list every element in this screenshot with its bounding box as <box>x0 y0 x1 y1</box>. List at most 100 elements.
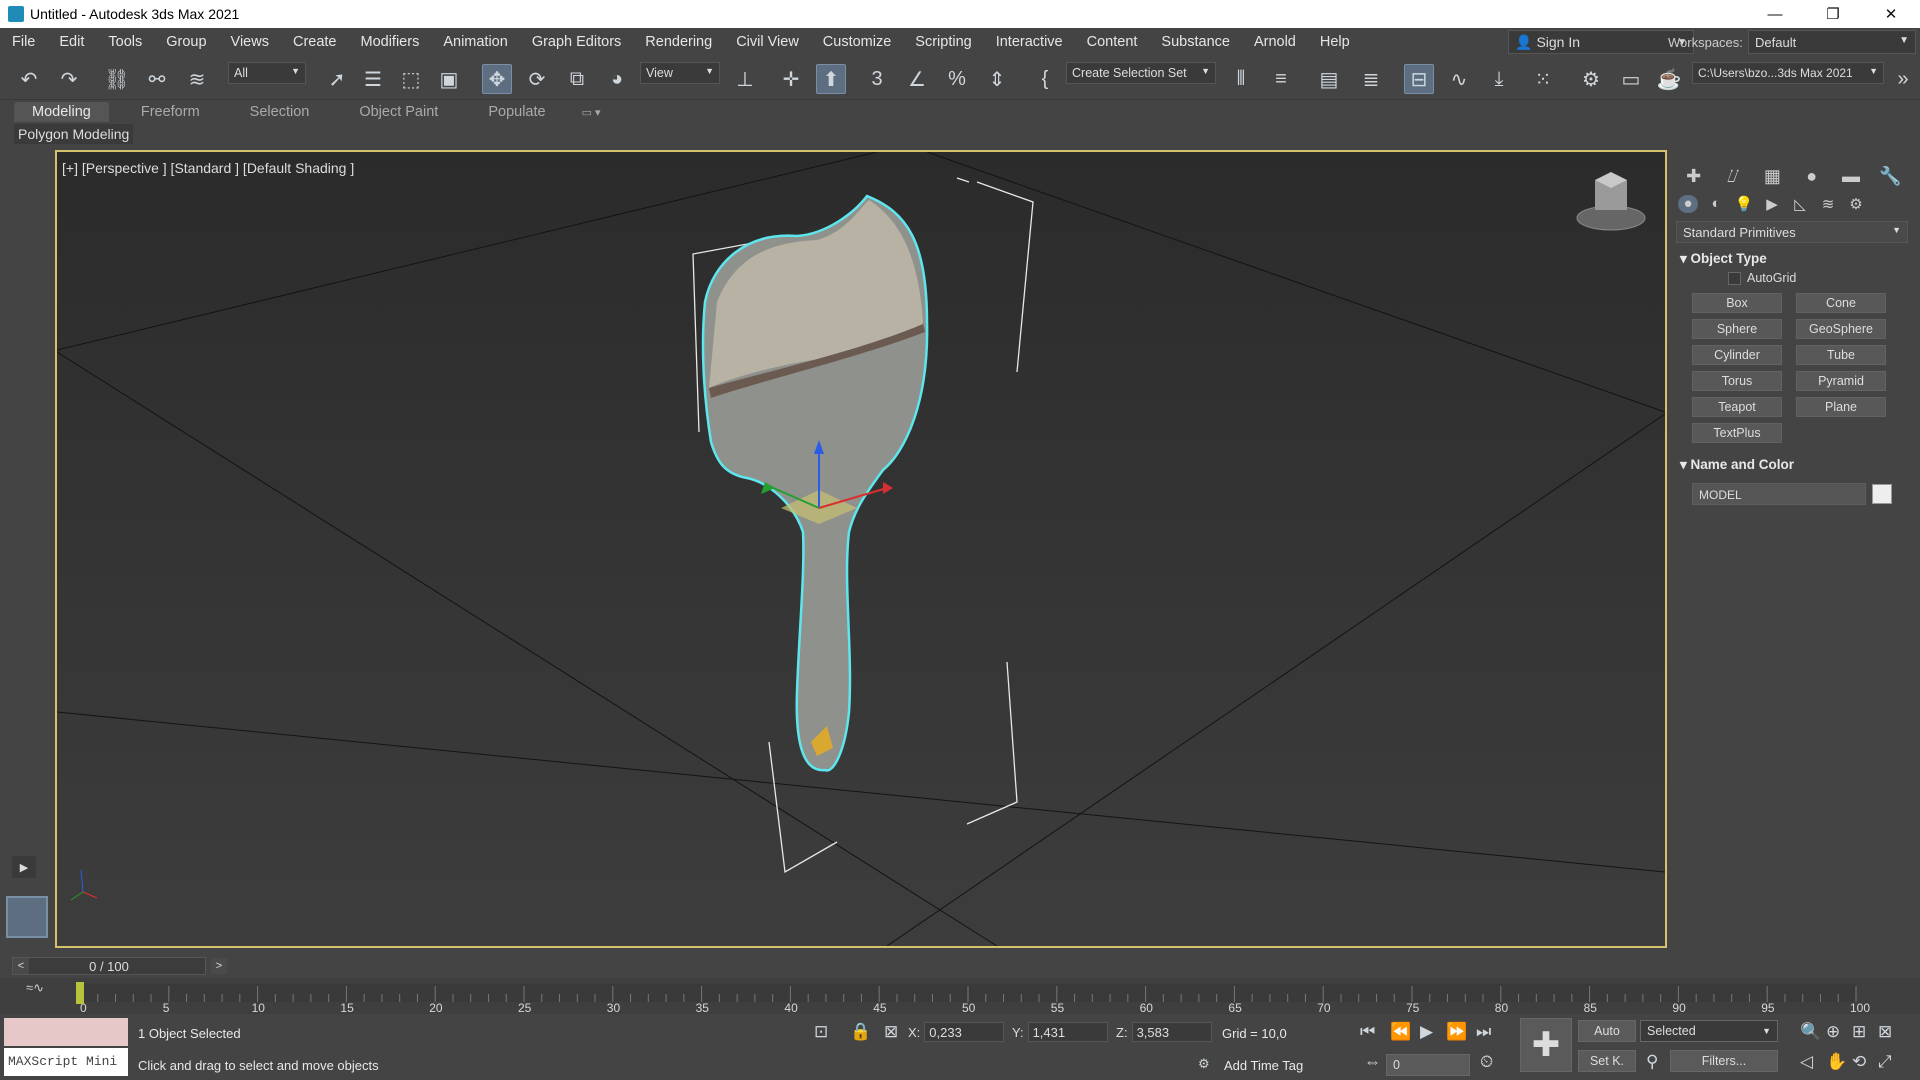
menu-substance[interactable]: Substance <box>1149 34 1242 50</box>
object-color-swatch[interactable] <box>1872 484 1892 504</box>
auto-key-button[interactable]: Auto <box>1578 1020 1636 1042</box>
isolate-selection-icon[interactable]: ⊡ <box>814 1022 828 1042</box>
maximize-viewport-icon[interactable]: ⤢ <box>1878 1052 1892 1072</box>
maxscript-listener-output[interactable] <box>4 1018 128 1046</box>
redo-icon[interactable]: ↷ <box>54 64 84 94</box>
maximize-button[interactable]: ❐ <box>1804 0 1862 28</box>
rendered-frame-window-icon[interactable]: ▭ <box>1616 64 1646 94</box>
absolute-transform-icon[interactable]: ⊠ <box>884 1022 898 1042</box>
cone-button[interactable]: Cone <box>1796 293 1886 313</box>
zoom-extents-all-icon[interactable]: ⊠ <box>1878 1022 1892 1042</box>
tab-modeling[interactable]: Modeling <box>14 102 109 122</box>
menu-animation[interactable]: Animation <box>431 34 519 50</box>
tab-object-paint[interactable]: Object Paint <box>341 102 456 122</box>
play-icon[interactable]: ▶ <box>1420 1022 1433 1042</box>
rectangular-selection-icon[interactable]: ⬚ <box>396 64 426 94</box>
sphere-button[interactable]: Sphere <box>1692 319 1782 339</box>
geometry-icon[interactable]: ● <box>1678 195 1698 213</box>
window-crossing-icon[interactable]: ▣ <box>434 64 464 94</box>
primitive-category-dropdown[interactable]: Standard Primitives ▼ <box>1676 221 1908 243</box>
rotate-icon[interactable]: ⟳ <box>522 64 552 94</box>
orbit-icon[interactable]: ⟲ <box>1852 1052 1866 1072</box>
angle-snap-icon[interactable]: ∠ <box>902 64 932 94</box>
zoom-extents-icon[interactable]: ⊞ <box>1852 1022 1866 1042</box>
place-icon[interactable]: ◕ <box>602 64 632 94</box>
move-icon[interactable]: ✥ <box>482 64 512 94</box>
lights-icon[interactable]: 💡 <box>1734 195 1754 213</box>
view-cube[interactable] <box>1576 172 1646 231</box>
menu-edit[interactable]: Edit <box>47 34 96 50</box>
menu-rendering[interactable]: Rendering <box>633 34 724 50</box>
percent-snap-icon[interactable]: % <box>942 64 972 94</box>
menu-customize[interactable]: Customize <box>811 34 904 50</box>
set-key-button[interactable]: Set K. <box>1578 1050 1636 1072</box>
key-selection-dropdown[interactable]: Selected ▼ <box>1640 1020 1778 1042</box>
y-coord-input[interactable]: 1,431 <box>1027 1022 1108 1042</box>
time-slider[interactable]: < 0 / 100 > <box>12 957 227 975</box>
pyramid-button[interactable]: Pyramid <box>1796 371 1886 391</box>
schematic-view-icon[interactable]: ⤓ <box>1484 64 1514 94</box>
menu-civil-view[interactable]: Civil View <box>724 34 811 50</box>
scene-explorer-icon[interactable]: ▤ <box>1314 64 1344 94</box>
current-frame-input[interactable]: 0 <box>1386 1054 1470 1076</box>
unlink-icon[interactable]: ⚯ <box>142 64 172 94</box>
perspective-viewport[interactable]: [+] [Perspective ] [Standard ] [Default … <box>55 150 1667 948</box>
motion-tab-icon[interactable]: ● <box>1796 166 1827 187</box>
menu-tools[interactable]: Tools <box>96 34 154 50</box>
teapot-button[interactable]: Teapot <box>1692 397 1782 417</box>
tab-populate[interactable]: Populate <box>470 102 563 122</box>
z-coord-input[interactable]: 3,583 <box>1131 1022 1212 1042</box>
selection-filter-dropdown[interactable]: All ▼ <box>228 62 306 84</box>
space-warps-icon[interactable]: ≋ <box>1818 195 1838 213</box>
pivot-icon[interactable]: ⊥ <box>730 64 760 94</box>
menu-content[interactable]: Content <box>1075 34 1150 50</box>
time-configuration-icon[interactable]: ⏲ <box>1480 1052 1493 1072</box>
torus-button[interactable]: Torus <box>1692 371 1782 391</box>
toolbar-overflow-icon[interactable]: » <box>1888 64 1918 94</box>
textplus-button[interactable]: TextPlus <box>1692 423 1782 443</box>
go-to-end-icon[interactable]: ⏭ <box>1476 1022 1491 1042</box>
spinner-snap-icon[interactable]: ⇕ <box>982 64 1012 94</box>
object-type-rollout[interactable]: ▾ Object Type <box>1680 251 1904 267</box>
menu-interactive[interactable]: Interactive <box>984 34 1075 50</box>
bind-space-warp-icon[interactable]: ≋ <box>182 64 212 94</box>
hierarchy-tab-icon[interactable]: ▦ <box>1757 166 1788 187</box>
selection-set-dropdown[interactable]: Create Selection Set ▼ <box>1066 62 1216 84</box>
material-editor-icon[interactable]: ⁙ <box>1528 64 1558 94</box>
zoom-icon[interactable]: 🔍 <box>1800 1022 1821 1042</box>
select-manipulate-icon[interactable]: ✛ <box>776 64 806 94</box>
mirror-icon[interactable]: ⫴ <box>1226 64 1256 94</box>
box-button[interactable]: Box <box>1692 293 1782 313</box>
track-bar[interactable]: ≈∿ 0 5 10 15 20 25 30 35 40 45 50 55 60 65 70 75 80 85 90 9… <box>0 978 1920 1014</box>
set-key-icon[interactable]: ✚ <box>1520 1018 1572 1072</box>
menu-file[interactable]: File <box>0 34 47 50</box>
menu-create[interactable]: Create <box>281 34 349 50</box>
key-mode-icon[interactable]: ⇔ <box>1364 1052 1381 1072</box>
tab-selection[interactable]: Selection <box>232 102 328 122</box>
align-icon[interactable]: ≡ <box>1266 64 1296 94</box>
menu-modifiers[interactable]: Modifiers <box>349 34 432 50</box>
close-button[interactable]: ✕ <box>1862 0 1920 28</box>
modify-tab-icon[interactable]: ⌰ <box>1717 166 1748 187</box>
name-and-color-rollout[interactable]: ▾ Name and Color <box>1680 457 1904 473</box>
current-frame-marker[interactable] <box>76 982 84 1004</box>
utilities-tab-icon[interactable]: 🔧 <box>1875 166 1906 187</box>
previous-frame-icon[interactable]: < <box>13 958 29 974</box>
polygon-modeling-panel[interactable]: Polygon Modeling <box>14 124 134 144</box>
cameras-icon[interactable]: ▶ <box>1762 195 1782 213</box>
select-by-name-icon[interactable]: ☰ <box>358 64 388 94</box>
edit-named-selection-icon[interactable]: { <box>1030 64 1060 94</box>
workspaces-select[interactable]: Default ▼ <box>1748 30 1916 54</box>
next-key-icon[interactable]: ⏩ <box>1446 1022 1467 1042</box>
field-of-view-icon[interactable]: ◁ <box>1800 1052 1813 1072</box>
display-tab-icon[interactable]: ▬ <box>1835 166 1866 187</box>
zoom-all-icon[interactable]: ⊕ <box>1826 1022 1840 1042</box>
undo-icon[interactable]: ↶ <box>14 64 44 94</box>
menu-graph-editors[interactable]: Graph Editors <box>520 34 633 50</box>
snaps-toggle-icon[interactable]: 3 <box>862 64 892 94</box>
next-frame-icon[interactable]: > <box>211 958 227 974</box>
menu-arnold[interactable]: Arnold <box>1242 34 1308 50</box>
autogrid-checkbox[interactable] <box>1728 271 1741 285</box>
tab-freeform[interactable]: Freeform <box>123 102 218 122</box>
cylinder-button[interactable]: Cylinder <box>1692 345 1782 365</box>
